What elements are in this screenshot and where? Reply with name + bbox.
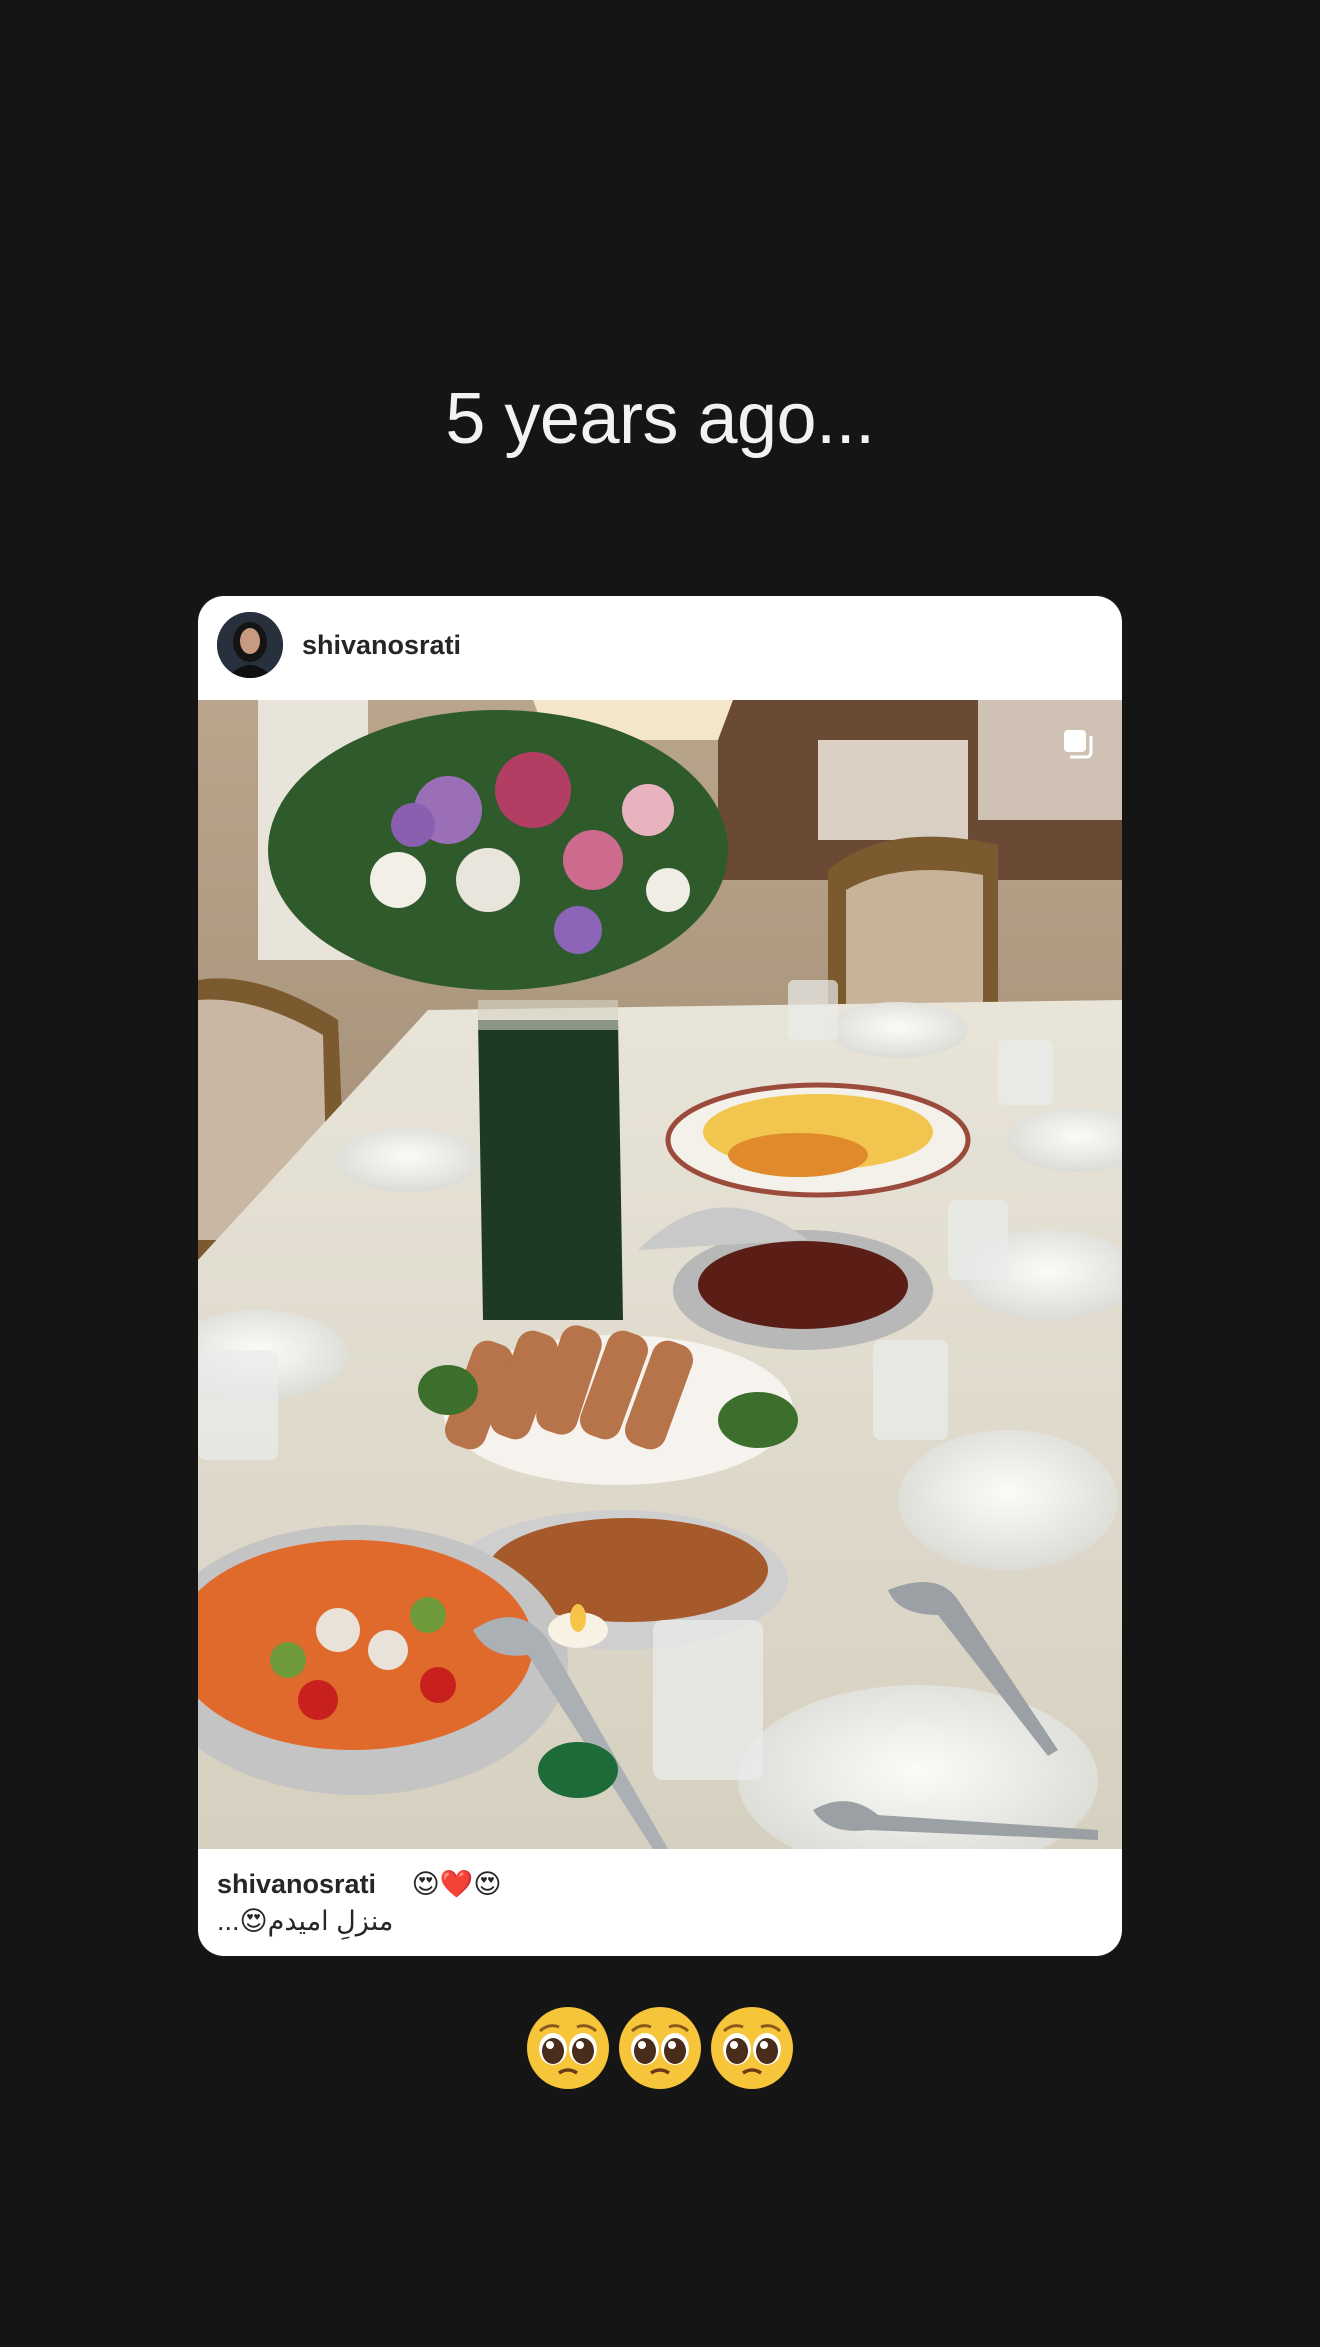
- avatar[interactable]: [217, 612, 283, 678]
- pleading-face-emoji-1: [527, 2007, 609, 2089]
- pleading-face-emoji-2: [619, 2007, 701, 2089]
- reaction-emojis: [0, 2005, 1320, 2091]
- post-caption: shivanosrati 😍❤️😍 ...😍منزلِ امیدم: [217, 1866, 1097, 1940]
- post-header: shivanosrati: [198, 596, 1122, 700]
- multiple-photos-icon: [1064, 730, 1093, 759]
- story-headline: 5 years ago...: [445, 379, 875, 459]
- caption-text: منزلِ امیدم: [267, 1906, 394, 1936]
- caption-trailing-emoji: 😍: [239, 1906, 268, 1937]
- pleading-face-emoji-3: [711, 2007, 793, 2089]
- caption-username[interactable]: shivanosrati: [217, 1869, 376, 1899]
- post-username[interactable]: shivanosrati: [302, 630, 461, 661]
- post-photo[interactable]: [198, 700, 1122, 1849]
- caption-more[interactable]: ...: [217, 1906, 240, 1936]
- shared-post-card[interactable]: shivanosrati shivanosrati 😍❤️😍 ...😍منزلِ…: [198, 596, 1122, 1956]
- caption-emojis: 😍❤️😍: [411, 1869, 502, 1900]
